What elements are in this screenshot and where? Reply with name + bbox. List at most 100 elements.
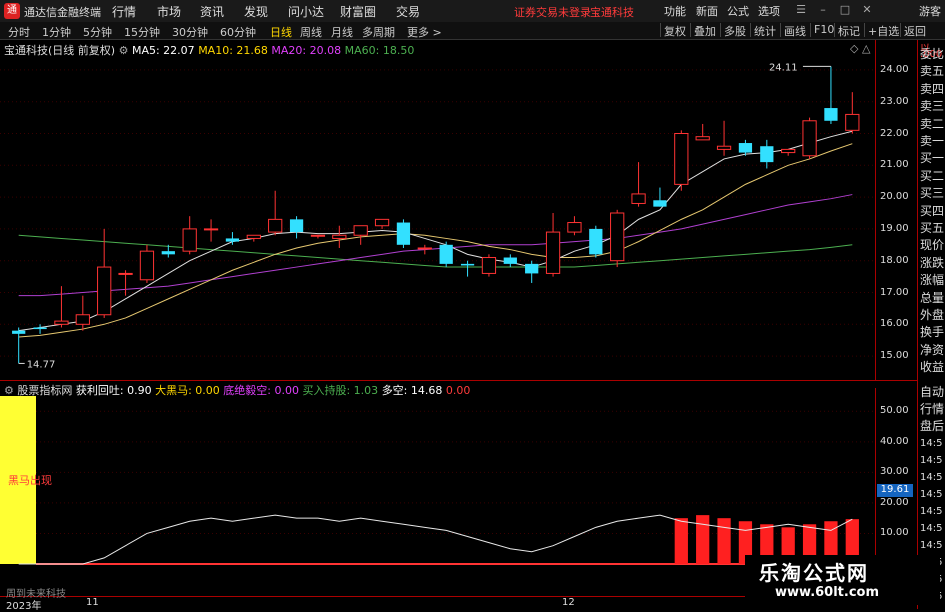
month-label-12: 12: [562, 597, 575, 608]
quote-panel: 以 .000 委比 卖五 卖四 卖三 卖二 卖一 买一 买二 买三 买四 买五 现价 涨跌 涨幅 总量 外盘 换手净…: [917, 40, 945, 609]
settings-icon[interactable]: ☰: [794, 3, 808, 17]
candle[interactable]: [824, 66, 838, 124]
indicator-tick: 30.00: [880, 466, 909, 478]
candle[interactable]: [246, 234, 261, 242]
btn-tongji[interactable]: 统计: [750, 23, 779, 38]
menu-zixun[interactable]: 资讯: [200, 3, 224, 20]
menu-caifuquan[interactable]: 财富圈: [340, 3, 376, 20]
menu-shichang[interactable]: 市场: [157, 3, 181, 20]
trade-login-notice[interactable]: 证券交易未登录: [514, 4, 591, 20]
candle[interactable]: [268, 190, 283, 236]
btn-duogu[interactable]: 多股: [720, 23, 749, 38]
period-5min[interactable]: 5分钟: [83, 24, 112, 40]
candle[interactable]: [695, 123, 710, 141]
candle[interactable]: [567, 216, 582, 236]
btn-back[interactable]: 返回: [900, 23, 929, 38]
btn-add-watch[interactable]: +自选: [864, 23, 902, 38]
cursor-value-box: 19.61: [877, 484, 913, 497]
candle-body: [781, 148, 796, 154]
candle[interactable]: [481, 254, 497, 277]
candle[interactable]: [396, 219, 411, 248]
panel-tab-label[interactable]: 盘后: [920, 418, 944, 434]
candle[interactable]: [525, 260, 539, 283]
candle[interactable]: [353, 225, 368, 245]
menu-gongneng[interactable]: 功能: [664, 3, 686, 19]
quote-label: 买五: [920, 221, 945, 235]
quote-label: 卖一: [920, 134, 945, 148]
btn-diejia[interactable]: 叠加: [690, 23, 719, 38]
candle[interactable]: [674, 130, 689, 191]
quote-label: 卖四: [920, 81, 945, 96]
candle[interactable]: [631, 162, 646, 207]
candle[interactable]: [802, 117, 817, 159]
maximize-icon[interactable]: □: [838, 3, 852, 17]
watermark-url: www.60lt.com: [775, 585, 880, 600]
candle[interactable]: [545, 213, 561, 277]
candle-body: [310, 234, 326, 237]
period-fenshi[interactable]: 分时: [8, 24, 30, 40]
candle[interactable]: [33, 324, 47, 334]
candle[interactable]: [716, 120, 732, 156]
candle[interactable]: [781, 148, 796, 156]
candle[interactable]: [139, 244, 155, 283]
candle-body: [674, 133, 689, 185]
candle[interactable]: [439, 241, 453, 268]
candle[interactable]: [289, 216, 304, 239]
candle[interactable]: [845, 92, 860, 134]
btn-huaxian[interactable]: 画线: [780, 23, 809, 38]
candle-body: [97, 266, 112, 316]
minimize-icon[interactable]: –: [816, 3, 830, 17]
period-30min[interactable]: 30分钟: [172, 24, 208, 40]
btn-biaoji[interactable]: 标记: [834, 23, 863, 38]
price-axis: 24.00 23.00 22.00 21.00 20.00 19.00 18.00 17.00…: [875, 40, 918, 380]
candle-body: [417, 247, 432, 250]
price-tick: 17.00: [880, 286, 909, 298]
panel-tab-label[interactable]: 行情: [920, 401, 944, 417]
period-15min[interactable]: 15分钟: [124, 24, 160, 40]
candle[interactable]: [182, 216, 197, 255]
period-60min[interactable]: 60分钟: [220, 24, 256, 40]
menu-wenxiaoda[interactable]: 问小达: [288, 3, 324, 20]
candle[interactable]: [75, 295, 90, 331]
candle[interactable]: [203, 219, 219, 242]
indicator-chart[interactable]: [0, 388, 875, 596]
trade-time: 14:5: [920, 438, 943, 449]
menu-gongshi[interactable]: 公式: [727, 3, 749, 19]
period-month[interactable]: 月线: [331, 24, 353, 40]
candle[interactable]: [589, 225, 603, 258]
price-tick: 20.00: [880, 191, 909, 203]
candlestick-chart[interactable]: 24.11 14.77: [0, 40, 875, 380]
candle-body: [75, 314, 90, 325]
candle[interactable]: [12, 327, 26, 364]
guest-user[interactable]: 游客: [919, 3, 941, 19]
period-more[interactable]: 更多 >: [407, 24, 442, 40]
period-week[interactable]: 周线: [300, 24, 322, 40]
candle[interactable]: [460, 260, 475, 277]
menu-xuanxiang[interactable]: 选项: [758, 3, 780, 19]
indicator-bar: [717, 518, 731, 564]
candle[interactable]: [225, 232, 240, 245]
trade-time: 14:5: [920, 523, 943, 534]
quote-label: 卖二: [920, 116, 945, 131]
menu-faxian[interactable]: 发现: [244, 3, 268, 20]
menu-hangqing[interactable]: 行情: [112, 3, 136, 20]
candle[interactable]: [118, 270, 133, 296]
panel-tab-label[interactable]: 自动: [920, 384, 944, 400]
menu-xinmian[interactable]: 新面: [696, 3, 718, 19]
quote-label: 收益: [920, 360, 945, 375]
period-day[interactable]: 日线: [270, 24, 292, 40]
candle[interactable]: [760, 139, 774, 169]
quote-label: 卖三: [920, 99, 945, 114]
close-icon[interactable]: ✕: [860, 3, 874, 17]
period-1min[interactable]: 1分钟: [42, 24, 71, 40]
candle[interactable]: [610, 209, 625, 268]
candle-body: [481, 257, 497, 274]
menu-jiaoyi[interactable]: 交易: [396, 3, 420, 20]
trade-time: 14:5: [920, 489, 943, 500]
candle[interactable]: [503, 254, 517, 268]
period-multi[interactable]: 多周期: [362, 24, 395, 40]
candle[interactable]: [332, 225, 347, 248]
candle[interactable]: [374, 218, 390, 229]
candle[interactable]: [310, 234, 326, 239]
btn-fuquan[interactable]: 复权: [660, 23, 689, 38]
